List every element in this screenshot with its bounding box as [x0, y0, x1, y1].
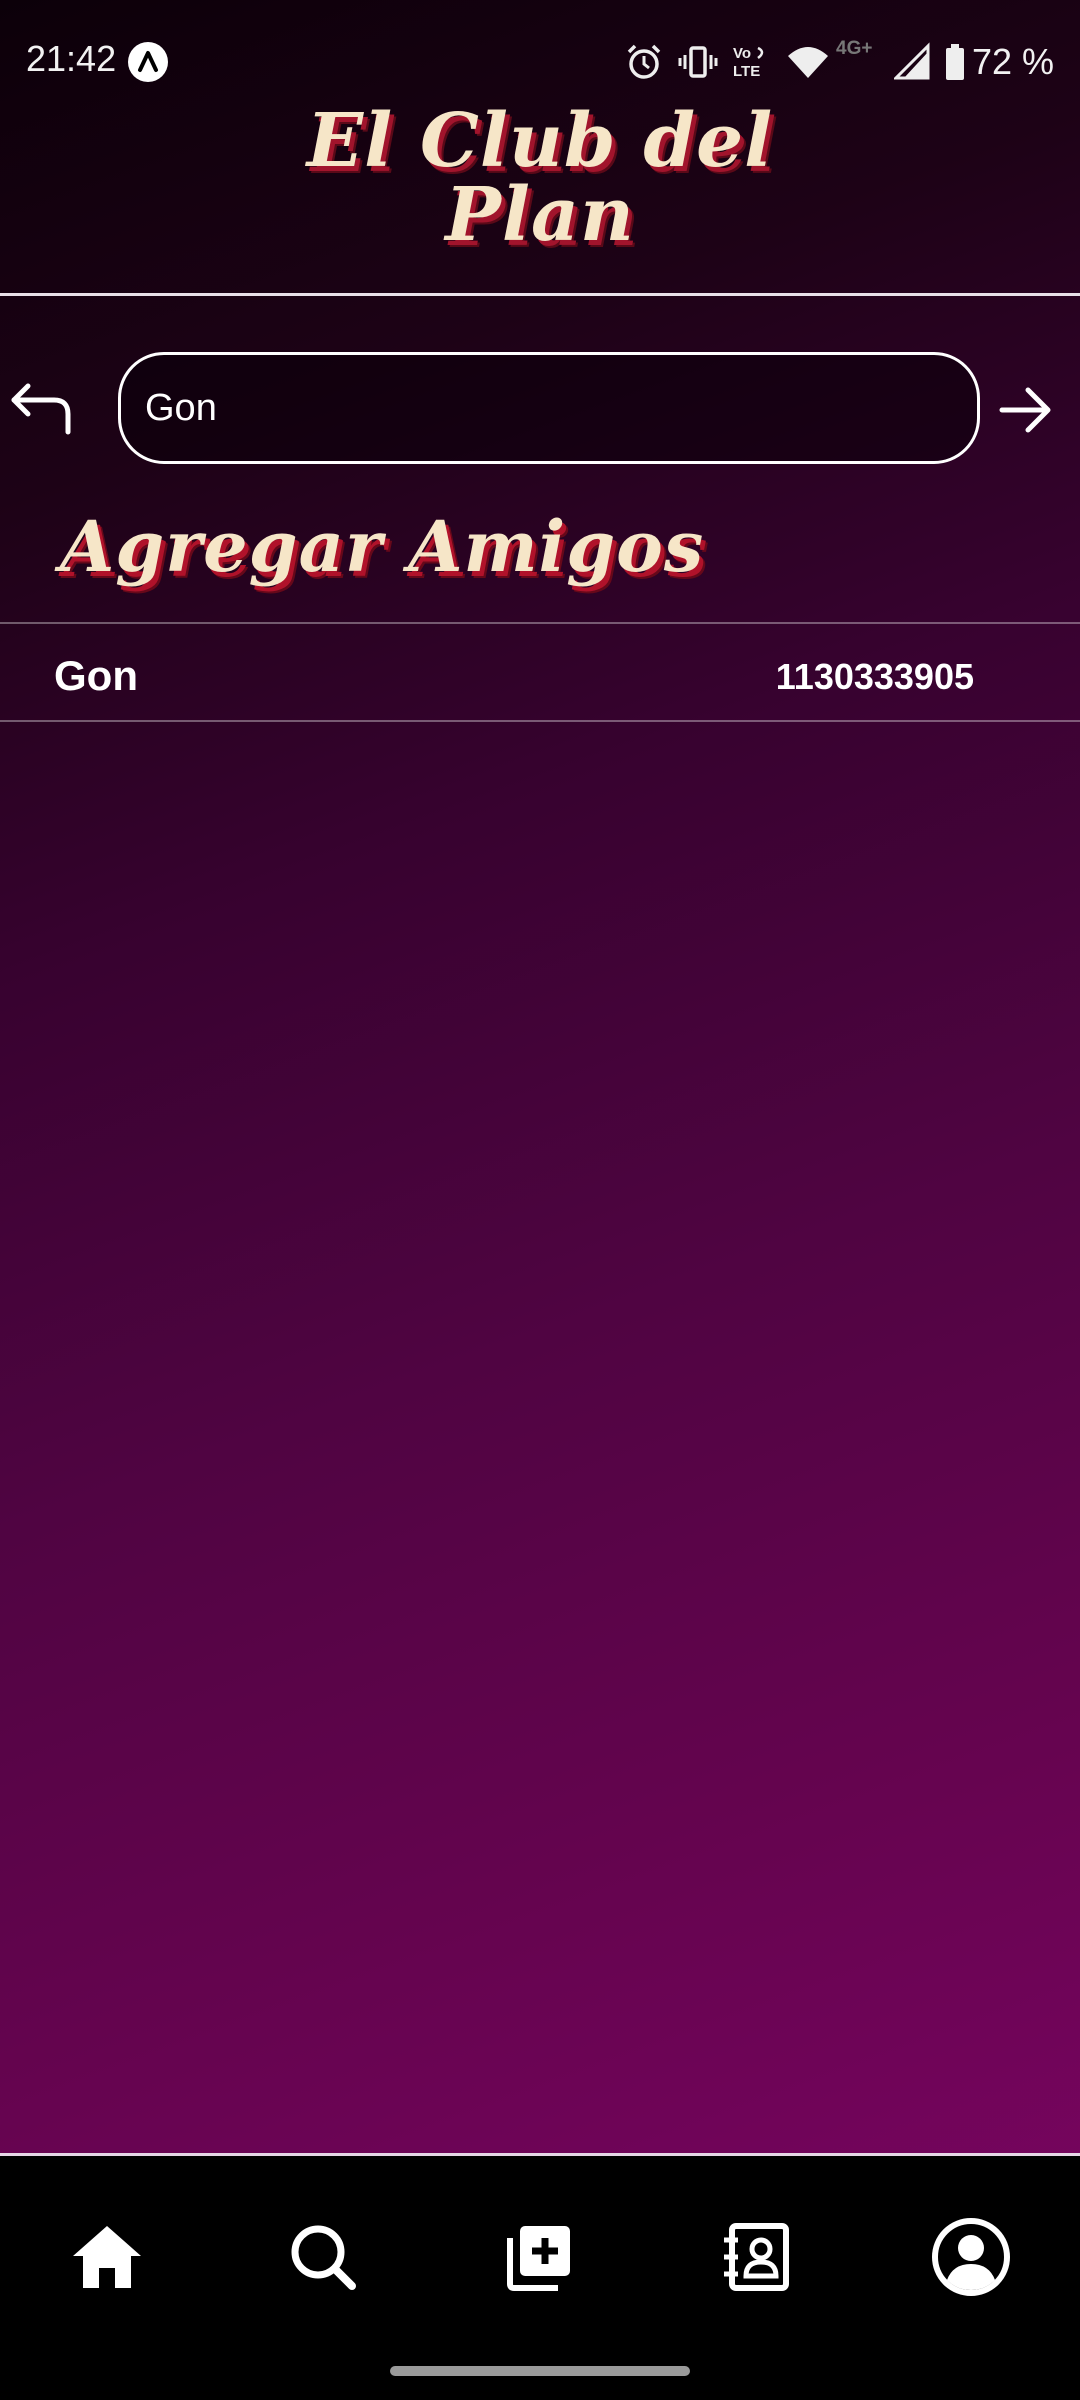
- battery-level: 72 %: [971, 41, 1054, 82]
- bottom-nav: [0, 2153, 1080, 2400]
- nav-search[interactable]: [278, 2212, 368, 2302]
- volte-icon: Vo LTE: [732, 42, 772, 82]
- section-title: Agregar Amigos: [60, 505, 705, 588]
- back-arrow-icon: [11, 383, 71, 435]
- battery-icon: [944, 42, 966, 82]
- vibrate-icon: [678, 42, 718, 82]
- home-indicator[interactable]: [390, 2366, 690, 2376]
- wifi-icon: [786, 42, 830, 82]
- app-title-line-1: El Club del: [306, 98, 774, 184]
- alarm-icon: [624, 42, 664, 82]
- search-box[interactable]: [118, 352, 980, 464]
- nav-home[interactable]: [62, 2212, 152, 2302]
- nav-profile[interactable]: [926, 2212, 1016, 2302]
- friend-phone: 1130333905: [775, 656, 974, 697]
- app-title-line-2: Plan: [445, 172, 635, 258]
- list-item[interactable]: Gon 1130333905: [0, 622, 1080, 722]
- status-time: 21:42: [26, 38, 117, 79]
- search-submit-button[interactable]: [996, 380, 1056, 440]
- app-notification-icon: [128, 42, 168, 82]
- nav-contacts[interactable]: [710, 2212, 800, 2302]
- svg-text:Vo: Vo: [733, 45, 751, 62]
- svg-text:LTE: LTE: [733, 63, 760, 80]
- status-icons: Vo LTE 4G+ 72 %: [610, 36, 1054, 88]
- 4g-icon: 4G+: [836, 36, 880, 60]
- nav-add[interactable]: [494, 2212, 584, 2302]
- back-button[interactable]: [10, 380, 82, 440]
- arrow-right-icon: [999, 387, 1051, 433]
- app-header: El Club del Plan: [0, 90, 1080, 292]
- home-icon: [73, 2226, 141, 2288]
- results-list: Gon 1130333905: [0, 622, 1080, 722]
- friend-name: Gon: [54, 652, 138, 699]
- signal-icon: [893, 42, 930, 82]
- add-icon: [507, 2226, 570, 2291]
- search-input[interactable]: [121, 355, 977, 461]
- contacts-icon: [724, 2223, 789, 2291]
- search-icon: [291, 2225, 356, 2290]
- header-divider: [0, 293, 1080, 296]
- svg-text:4G+: 4G+: [836, 38, 872, 59]
- app-title: El Club del Plan: [0, 104, 1080, 252]
- profile-icon: [932, 2218, 1010, 2296]
